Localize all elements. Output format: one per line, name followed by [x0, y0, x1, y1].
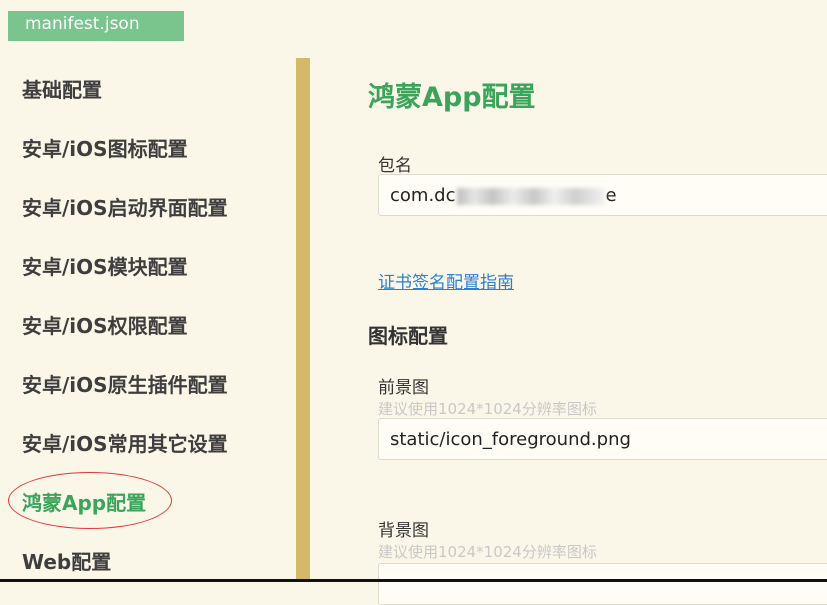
foreground-field[interactable]: static/icon_foreground.png — [378, 418, 827, 460]
highlight-ellipse — [8, 472, 172, 529]
cert-guide-link[interactable]: 证书签名配置指南 — [378, 268, 514, 293]
sidebar-item-icons[interactable]: 安卓/iOS图标配置 — [22, 133, 188, 162]
sidebar-item-modules[interactable]: 安卓/iOS模块配置 — [22, 251, 188, 280]
sidebar-item-splash[interactable]: 安卓/iOS启动界面配置 — [22, 192, 228, 221]
redacted-blur — [456, 187, 605, 205]
package-field[interactable]: com.dc e — [378, 174, 827, 216]
background-hint: 建议使用1024*1024分辨率图标 — [378, 543, 597, 561]
main-panel: 鸿蒙App配置 包名 com.dc e 证书签名配置指南 图标配置 前景图 建议使… — [310, 0, 827, 605]
sidebar-item-basic[interactable]: 基础配置 — [22, 74, 102, 103]
sidebar-divider[interactable] — [296, 58, 310, 582]
foreground-label: 前景图 — [378, 378, 429, 398]
background-label: 背景图 — [378, 521, 429, 541]
sidebar-item-permissions[interactable]: 安卓/iOS权限配置 — [22, 310, 188, 339]
sidebar-item-native-plugins[interactable]: 安卓/iOS原生插件配置 — [22, 369, 228, 398]
icon-section-title: 图标配置 — [368, 324, 448, 348]
package-label: 包名 — [378, 156, 412, 176]
package-value-prefix: com.dc — [390, 185, 456, 206]
page-title: 鸿蒙App配置 — [368, 82, 536, 113]
sidebar-item-web[interactable]: Web配置 — [22, 546, 111, 575]
background-field[interactable] — [378, 563, 827, 605]
package-value-suffix: e — [605, 185, 617, 206]
tab-manifest-json[interactable]: manifest.json — [8, 11, 184, 41]
foreground-hint: 建议使用1024*1024分辨率图标 — [378, 400, 597, 418]
sidebar-item-other-settings[interactable]: 安卓/iOS常用其它设置 — [22, 428, 228, 457]
